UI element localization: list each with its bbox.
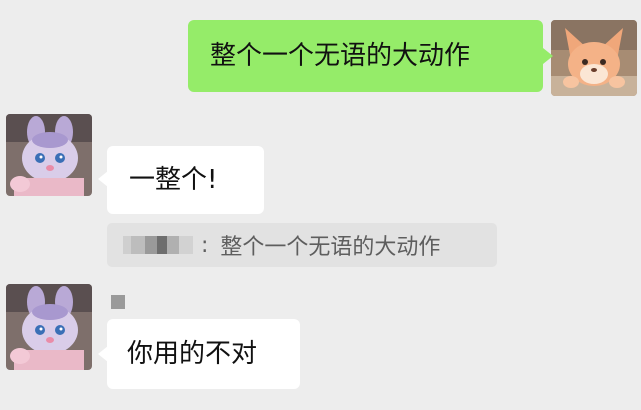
quote-separator: : (201, 232, 209, 258)
quoted-message[interactable]: : 整个一个无语的大动作 (107, 223, 497, 267)
plush-bunny-icon (6, 284, 92, 370)
plush-fox-icon (551, 20, 637, 96)
incoming-message-bubble[interactable]: 你用的不对 (107, 319, 300, 389)
quoted-text: 整个一个无语的大动作 (220, 235, 441, 260)
incoming-message-bubble[interactable]: 一整个! (107, 146, 264, 214)
blurred-sender-name (123, 236, 193, 254)
message-text: 你用的不对 (127, 339, 258, 369)
self-avatar[interactable] (551, 20, 637, 96)
blurred-sender-name (111, 295, 125, 309)
message-text: 一整个! (129, 165, 218, 195)
plush-bunny-icon (6, 114, 92, 196)
bubble-tail (543, 48, 553, 64)
contact-avatar[interactable] (6, 114, 92, 196)
contact-avatar[interactable] (6, 284, 92, 370)
message-text: 整个一个无语的大动作 (210, 41, 471, 71)
outgoing-message-bubble[interactable]: 整个一个无语的大动作 (188, 20, 543, 92)
